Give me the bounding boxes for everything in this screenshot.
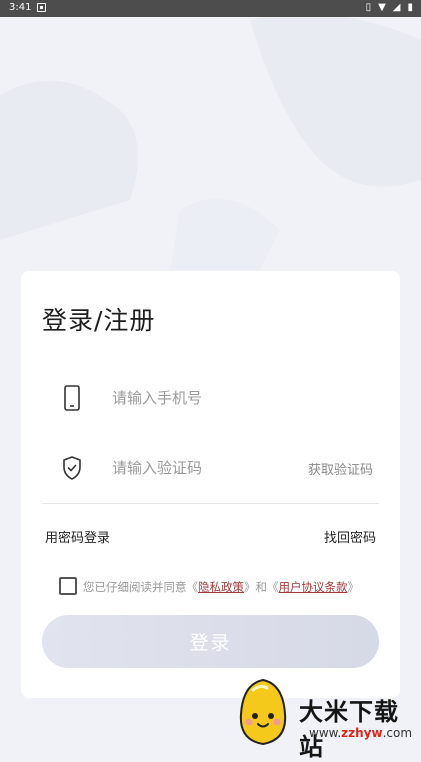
login-card: 登录/注册 获取验证码 用密码登录 找回密码 您已仔细阅读并同意《隐私政策》和《… — [21, 271, 400, 698]
signal-icon: ◢ — [392, 2, 401, 13]
phone-icon — [64, 385, 80, 411]
agreement-checkbox[interactable] — [59, 577, 77, 595]
watermark-url: www.zzhyw.com — [309, 726, 412, 740]
mascot-icon — [239, 678, 287, 746]
agreement-prefix: 您已仔细阅读并同意《 — [83, 580, 198, 594]
agreement-row: 您已仔细阅读并同意《隐私政策》和《用户协议条款》 — [59, 576, 399, 598]
agreement-suffix: 》 — [347, 580, 360, 594]
get-code-button[interactable]: 获取验证码 — [308, 459, 373, 478]
login-button[interactable]: 登录 — [42, 615, 379, 668]
page-title: 登录/注册 — [42, 306, 156, 335]
watermark-url-highlight: zzhyw — [341, 726, 383, 740]
vibrate-icon: ▯ — [365, 2, 372, 13]
shield-check-icon — [63, 456, 81, 480]
watermark: 大米下载站 www.zzhyw.com — [231, 674, 421, 761]
code-input[interactable] — [112, 457, 292, 479]
phone-input[interactable] — [112, 387, 292, 409]
status-icons: ▯ ▼ ◢ ▮ — [366, 2, 413, 14]
agreement-middle: 》和《 — [244, 580, 279, 594]
password-login-link[interactable]: 用密码登录 — [45, 527, 110, 546]
wifi-icon: ▼ — [378, 2, 386, 13]
code-field-row: 获取验证码 — [42, 443, 379, 493]
watermark-url-suffix: .com — [382, 726, 413, 740]
agreement-text: 您已仔细阅读并同意《隐私政策》和《用户协议条款》 — [83, 579, 359, 595]
battery-icon: ▮ — [407, 2, 413, 13]
status-time: 3:41 — [9, 2, 32, 13]
user-agreement-link[interactable]: 用户协议条款 — [279, 580, 348, 594]
recover-password-link[interactable]: 找回密码 — [324, 527, 376, 546]
watermark-url-prefix: www. — [309, 726, 342, 740]
status-bar: 3:41 ▯ ▼ ◢ ▮ — [0, 0, 421, 17]
privacy-policy-link[interactable]: 隐私政策 — [198, 580, 244, 594]
notification-icon — [37, 3, 46, 12]
divider — [42, 503, 379, 504]
phone-field-row — [42, 373, 379, 423]
